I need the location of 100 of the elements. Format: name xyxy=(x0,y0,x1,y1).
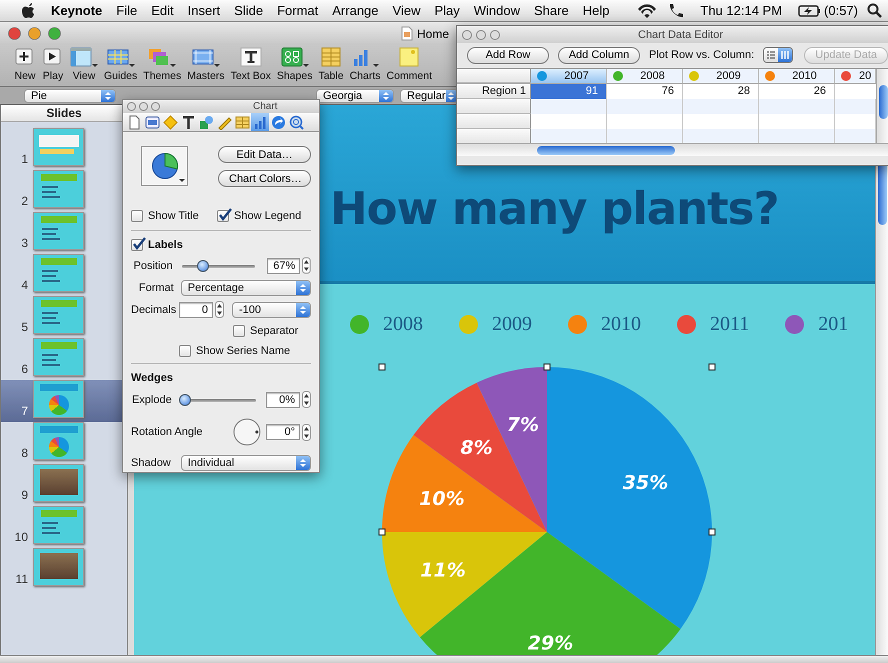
slide-thumbnail[interactable] xyxy=(33,464,84,502)
menu-item[interactable]: Share xyxy=(527,3,576,18)
toolbar-button[interactable]: Guides xyxy=(104,46,138,82)
menu-item[interactable]: File xyxy=(109,3,144,18)
wifi-icon[interactable] xyxy=(637,2,658,18)
format-popup[interactable]: Georgia xyxy=(316,88,394,102)
toolbar-button[interactable]: Masters xyxy=(187,46,225,82)
chart-colors-button[interactable]: Chart Colors… xyxy=(218,170,311,187)
shapes-icon[interactable] xyxy=(280,47,303,67)
selection-handle[interactable] xyxy=(544,364,550,370)
selection-handle[interactable] xyxy=(708,528,716,536)
caret-icon[interactable] xyxy=(170,64,176,67)
input-field[interactable]: 0% xyxy=(266,392,300,408)
slider[interactable] xyxy=(178,394,258,406)
toolbar-button[interactable]: Play xyxy=(42,46,64,82)
frame-icon[interactable] xyxy=(192,47,214,67)
format-popup[interactable]: Pie xyxy=(24,88,116,102)
slider[interactable] xyxy=(180,260,258,272)
stepper[interactable] xyxy=(302,424,311,440)
toolbar-button[interactable]: Text Box xyxy=(230,46,271,82)
table-cell[interactable]: 91 xyxy=(531,84,607,99)
window-control-icon[interactable] xyxy=(48,26,61,40)
stepper[interactable] xyxy=(215,301,224,318)
plot-toggle[interactable] xyxy=(763,47,794,63)
battery-icon[interactable] xyxy=(798,4,822,18)
slider-thumb[interactable] xyxy=(196,260,209,272)
checkbox[interactable] xyxy=(217,210,229,222)
menu-item[interactable]: Keynote xyxy=(44,3,110,18)
slider-thumb[interactable] xyxy=(178,394,191,406)
caret-icon[interactable] xyxy=(302,64,309,67)
updown-arrows-icon[interactable] xyxy=(101,90,115,102)
add-column-button[interactable]: Add Column xyxy=(558,46,640,64)
caret-icon[interactable] xyxy=(373,64,380,67)
window-control-icon[interactable] xyxy=(28,26,41,40)
caret-icon[interactable] xyxy=(92,64,98,67)
scrollbar[interactable] xyxy=(457,143,888,156)
toggle-segment[interactable] xyxy=(778,48,792,62)
apple-icon[interactable] xyxy=(20,2,36,19)
slide-thumbnail[interactable] xyxy=(33,338,84,376)
menu-item[interactable]: Arrange xyxy=(325,3,386,18)
slide-thumbnail[interactable] xyxy=(33,128,84,166)
checkbox[interactable] xyxy=(131,239,143,251)
checkbox[interactable] xyxy=(179,345,191,357)
toolbar-button[interactable]: Table xyxy=(318,46,344,82)
caret-icon[interactable] xyxy=(179,179,185,182)
slide-thumbnail[interactable] xyxy=(33,548,84,586)
format-popup[interactable]: Regular xyxy=(400,88,458,102)
toolbar-button[interactable]: Themes xyxy=(143,46,182,82)
add-row-button[interactable]: Add Row xyxy=(467,46,549,64)
checkbox[interactable] xyxy=(233,325,245,337)
slide-thumbnail[interactable] xyxy=(33,506,84,544)
format-popup[interactable]: Percentage xyxy=(180,280,311,296)
toolbar-button[interactable]: Charts xyxy=(350,46,381,82)
column-header[interactable]: 2010 xyxy=(759,69,835,83)
updown-arrows-icon[interactable] xyxy=(296,302,310,316)
toolbar-button[interactable]: Shapes xyxy=(276,46,312,82)
shadow-popup[interactable]: Individual xyxy=(180,455,311,471)
column-header[interactable]: 2007 xyxy=(531,69,607,83)
updown-arrows-icon[interactable] xyxy=(446,90,457,102)
menu-item[interactable]: Play xyxy=(427,3,467,18)
slide-thumbnail[interactable] xyxy=(33,254,84,292)
menu-item[interactable]: View xyxy=(386,3,428,18)
menu-item[interactable]: Slide xyxy=(227,3,270,18)
stepper[interactable] xyxy=(302,257,312,274)
slide-thumbnail[interactable] xyxy=(33,296,84,334)
caret-icon[interactable] xyxy=(128,64,135,67)
clock-text[interactable]: Thu 12:14 PM xyxy=(693,3,790,18)
toolbar-button[interactable]: View xyxy=(70,46,98,82)
input-field[interactable]: 67% xyxy=(267,258,300,274)
stepper[interactable] xyxy=(302,391,311,408)
slide-thumbnail[interactable] xyxy=(33,380,84,418)
slide-thumbnail[interactable] xyxy=(33,422,84,460)
checkbox[interactable] xyxy=(131,210,143,222)
menu-item[interactable]: Format xyxy=(270,3,326,18)
updown-arrows-icon[interactable] xyxy=(296,456,310,470)
input-field[interactable]: 0° xyxy=(266,424,300,440)
menu-item[interactable]: Edit xyxy=(144,3,181,18)
selection-handle[interactable] xyxy=(378,528,386,536)
slide-thumbnail[interactable] xyxy=(33,170,84,208)
updown-arrows-icon[interactable] xyxy=(296,281,310,295)
chart-type-picker[interactable] xyxy=(141,146,188,186)
selection-handle[interactable] xyxy=(708,364,716,370)
toggle-segment[interactable] xyxy=(764,48,778,62)
search-icon[interactable] xyxy=(867,3,882,18)
rotation-knob[interactable] xyxy=(233,418,262,446)
scrollbar[interactable] xyxy=(876,69,888,143)
menu-item[interactable]: Insert xyxy=(180,3,228,18)
window-control-icon[interactable] xyxy=(8,26,21,40)
toolbar-button[interactable]: Comment xyxy=(386,46,432,82)
row-header[interactable]: Region 1 xyxy=(457,84,531,99)
column-header[interactable]: 2009 xyxy=(683,69,759,83)
updown-arrows-icon[interactable] xyxy=(379,90,393,102)
menu-item[interactable]: Help xyxy=(576,3,616,18)
toolbar-button[interactable]: New xyxy=(14,46,36,82)
caret-icon[interactable] xyxy=(214,64,220,67)
text-icon[interactable] xyxy=(240,47,262,67)
column-header[interactable]: 2008 xyxy=(607,69,683,83)
edit-data-button[interactable]: Edit Data… xyxy=(218,146,311,163)
selection-handle[interactable] xyxy=(378,364,386,370)
number-style-popup[interactable]: -100 xyxy=(232,302,311,318)
